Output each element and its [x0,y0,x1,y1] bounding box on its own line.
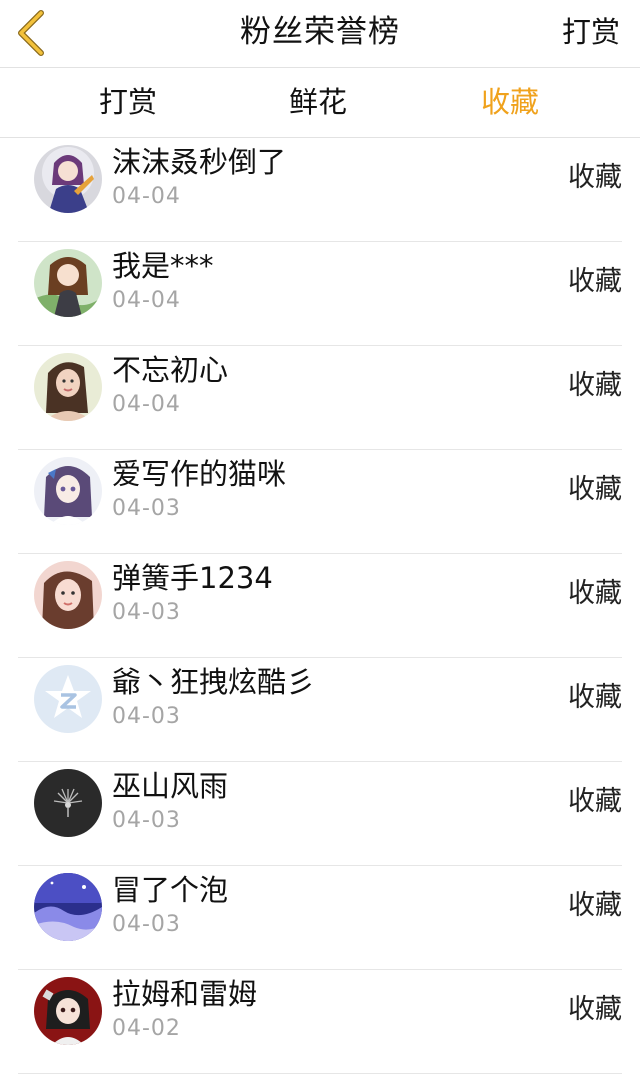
avatar [34,457,102,525]
tab-flowers[interactable]: 鲜花 [238,82,398,122]
page-title: 粉丝荣誉榜 [240,14,400,50]
avatar [34,561,102,629]
tab-favorites[interactable]: 收藏 [430,82,590,122]
avatar [34,873,102,941]
tab-bar: 打赏 鲜花 收藏 [0,68,640,138]
fan-name: 爱写作的猫咪 [112,457,287,491]
fan-date: 04-03 [112,704,181,729]
fan-action: 收藏 [568,162,622,193]
fan-name: 不忘初心 [112,353,229,387]
fan-name: 我是*** [112,249,214,283]
fan-name: 沫沫叒秒倒了 [112,145,287,179]
fan-date: 04-02 [112,1016,181,1041]
list-item[interactable]: 拉姆和雷姆 04-02 收藏 [18,970,622,1074]
fan-action: 收藏 [568,994,622,1025]
list-item[interactable]: 弹簧手1234 04-03 收藏 [18,554,622,658]
fan-action: 收藏 [568,370,622,401]
fan-date: 04-04 [112,184,181,209]
tip-button[interactable]: 打赏 [562,12,620,52]
fan-action: 收藏 [568,890,622,921]
fan-list: 沫沫叒秒倒了 04-04 收藏 我是*** 04-04 收藏 不忘初心 04-0… [0,138,640,1074]
fan-action: 收藏 [568,682,622,713]
fan-action: 收藏 [568,474,622,505]
avatar [34,769,102,837]
fan-date: 04-03 [112,600,181,625]
fan-date: 04-03 [112,912,181,937]
fan-name: 爺丶狂拽炫酷彡 [112,665,316,699]
fan-name: 拉姆和雷姆 [112,977,258,1011]
list-item[interactable]: 爱写作的猫咪 04-03 收藏 [18,450,622,554]
list-item[interactable]: 冒了个泡 04-03 收藏 [18,866,622,970]
header-bar: 粉丝荣誉榜 打赏 [0,0,640,68]
fan-action: 收藏 [568,786,622,817]
fan-date: 04-04 [112,288,181,313]
list-item[interactable]: 爺丶狂拽炫酷彡 04-03 收藏 [18,658,622,762]
list-item[interactable]: 不忘初心 04-04 收藏 [18,346,622,450]
fan-name: 弹簧手1234 [112,561,273,595]
fan-action: 收藏 [568,266,622,297]
avatar [34,665,102,733]
tab-tip[interactable]: 打赏 [48,82,208,122]
fan-date: 04-04 [112,392,181,417]
fan-action: 收藏 [568,578,622,609]
avatar [34,145,102,213]
avatar [34,353,102,421]
list-item[interactable]: 我是*** 04-04 收藏 [18,242,622,346]
fan-date: 04-03 [112,496,181,521]
fan-date: 04-03 [112,808,181,833]
fan-name: 冒了个泡 [112,873,229,907]
fan-name: 巫山风雨 [112,769,229,803]
avatar [34,977,102,1045]
list-item[interactable]: 巫山风雨 04-03 收藏 [18,762,622,866]
avatar [34,249,102,317]
list-item[interactable]: 沫沫叒秒倒了 04-04 收藏 [18,138,622,242]
